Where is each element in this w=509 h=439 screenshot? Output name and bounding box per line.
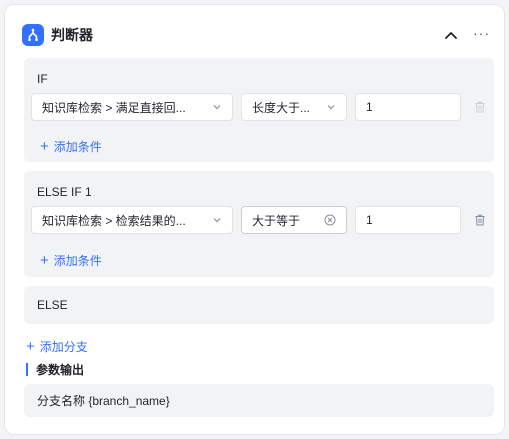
output-param-label: 分支名称 {branch_name} — [37, 394, 170, 408]
trash-icon[interactable] — [473, 100, 487, 114]
add-branch-button[interactable]: + 添加分支 — [26, 338, 88, 355]
else-if-branch-block: ELSE IF 1 知识库检索 > 检索结果的... 大于等于 1 + 添加条件 — [24, 171, 494, 277]
condition-operator-select[interactable]: 长度大于... — [241, 93, 347, 121]
branch-title: ELSE — [37, 298, 68, 312]
section-accent-bar — [26, 363, 28, 376]
chevron-down-icon — [213, 218, 221, 223]
add-condition-label: 添加条件 — [53, 140, 102, 154]
condition-operator-select[interactable]: 大于等于 — [241, 206, 347, 234]
node-title: 判断器 — [51, 27, 93, 43]
chevron-down-icon — [213, 105, 221, 110]
output-param-row: 分支名称 {branch_name} — [24, 384, 494, 417]
condition-operator-value: 长度大于... — [252, 100, 311, 115]
condition-variable-value: 知识库检索 > 检索结果的... — [42, 213, 186, 228]
condition-value-input[interactable]: 1 — [355, 93, 461, 121]
clear-icon[interactable] — [324, 214, 336, 226]
trash-icon[interactable] — [473, 213, 487, 227]
output-section-label: 参数输出 — [36, 363, 85, 377]
branch-title: IF — [37, 72, 48, 86]
branch-node-icon — [22, 24, 44, 46]
condition-node-card: 判断器 ··· IF 知识库检索 > 满足直接回... 长度大于... 1 + … — [4, 4, 505, 435]
condition-value: 1 — [366, 100, 373, 114]
else-branch-block: ELSE — [24, 286, 494, 324]
output-section-title: 参数输出 — [26, 361, 84, 378]
chevron-up-icon[interactable] — [443, 27, 459, 43]
chevron-down-icon — [327, 105, 335, 110]
add-condition-button[interactable]: + 添加条件 — [40, 252, 102, 269]
condition-variable-value: 知识库检索 > 满足直接回... — [42, 100, 186, 115]
if-branch-block: IF 知识库检索 > 满足直接回... 长度大于... 1 + 添加条件 — [24, 58, 494, 162]
branch-title: ELSE IF 1 — [37, 185, 92, 199]
condition-value: 1 — [366, 213, 373, 227]
add-condition-label: 添加条件 — [53, 254, 102, 268]
add-branch-label: 添加分支 — [39, 340, 88, 354]
node-header: 判断器 ··· — [22, 20, 490, 50]
more-icon[interactable]: ··· — [473, 26, 490, 42]
condition-operator-value: 大于等于 — [252, 213, 301, 228]
condition-variable-select[interactable]: 知识库检索 > 满足直接回... — [31, 93, 233, 121]
plus-icon: + — [26, 337, 35, 355]
condition-variable-select[interactable]: 知识库检索 > 检索结果的... — [31, 206, 233, 234]
plus-icon: + — [40, 137, 49, 155]
condition-value-input[interactable]: 1 — [355, 206, 461, 234]
plus-icon: + — [40, 251, 49, 269]
add-condition-button[interactable]: + 添加条件 — [40, 138, 102, 155]
